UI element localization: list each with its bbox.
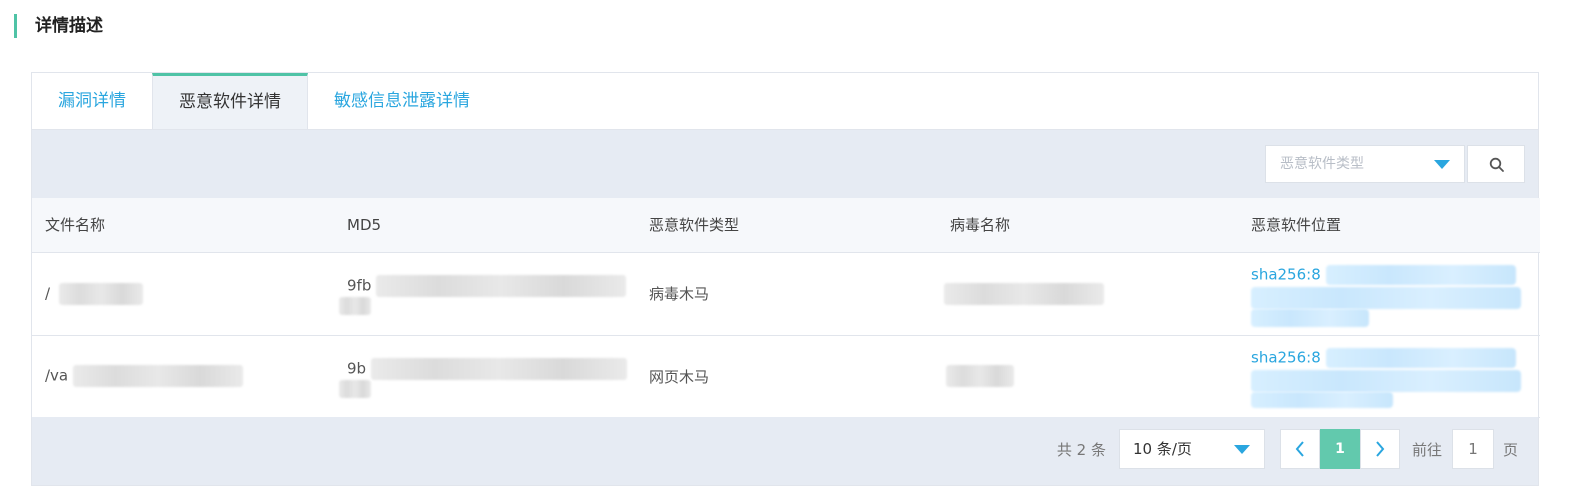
total-count: 共 2 条 [1056,441,1106,459]
chevron-left-icon [1295,441,1304,457]
tab-vulnerability[interactable]: 漏洞详情 [32,73,152,129]
select-placeholder: 恶意软件类型 [1280,156,1364,172]
details-panel: 漏洞详情 恶意软件详情 敏感信息泄露详情 恶意软件类型 文件名称 MD5 恶意软… [31,72,1540,486]
redacted-md5-line2 [339,379,371,398]
goto-suffix: 页 [1502,441,1518,459]
location-link[interactable]: sha256:8 [1251,265,1321,283]
redacted-file-name [58,282,143,305]
malware-type-select[interactable]: 恶意软件类型 [1265,145,1465,183]
filter-toolbar: 恶意软件类型 [32,130,1538,198]
page-number-current[interactable]: 1 [1320,429,1360,469]
cell-virus-name [937,252,1238,336]
redacted-location-line2 [1251,286,1521,309]
column-header-malware-location: 恶意软件位置 [1238,198,1540,253]
tab-sensitive-leak[interactable]: 敏感信息泄露详情 [308,73,496,129]
md5-text: 9b [347,359,367,377]
goto-label: 前往 [1411,441,1442,459]
redacted-virus-name [944,282,1104,305]
file-name-text: / [45,284,51,302]
redacted-location [1325,347,1516,368]
redacted-location [1325,264,1516,285]
redacted-location-line2 [1251,369,1521,392]
caret-down-icon [1434,160,1450,169]
table-row: / 9fb 病毒木马 sha256:8 [32,252,1540,336]
next-page-button[interactable] [1360,429,1400,469]
column-header-file-name: 文件名称 [32,198,334,253]
chevron-right-icon [1376,441,1385,457]
table-header-row: 文件名称 MD5 恶意软件类型 病毒名称 恶意软件位置 [32,198,1540,253]
redacted-md5-line2 [339,296,371,315]
tab-malware[interactable]: 恶意软件详情 [152,73,308,129]
column-header-malware-type: 恶意软件类型 [636,198,937,253]
redacted-location-line3 [1251,308,1369,327]
goto-page-input[interactable]: 1 [1452,429,1494,469]
prev-page-button[interactable] [1280,429,1320,469]
cell-virus-name [937,335,1238,418]
redacted-md5 [376,274,627,297]
search-icon [1489,157,1504,172]
redacted-md5 [370,357,627,380]
cell-malware-location: sha256:8 [1238,335,1540,418]
table-row: /va 9b 网页木马 sha256:8 [32,335,1540,418]
cell-malware-type: 病毒木马 [636,252,937,336]
section-title: 详情描述 [14,14,103,38]
page-size-select[interactable]: 10 条/页 [1119,429,1265,469]
cell-malware-location: sha256:8 [1238,252,1540,336]
cell-file-name: /va [32,335,334,418]
page-size-value: 10 条/页 [1133,440,1192,458]
column-header-md5: MD5 [334,198,636,253]
redacted-file-name [72,365,243,387]
location-link[interactable]: sha256:8 [1251,348,1321,366]
tab-bar: 漏洞详情 恶意软件详情 敏感信息泄露详情 [32,73,1538,130]
pagination-bar: 共 2 条 10 条/页 1 前往 1 页 [32,417,1538,485]
malware-table: 文件名称 MD5 恶意软件类型 病毒名称 恶意软件位置 / 9fb 病毒木马 s… [32,198,1540,418]
redacted-virus-name [946,365,1014,387]
search-button[interactable] [1467,145,1525,183]
md5-text: 9fb [347,276,372,294]
pager: 1 [1280,429,1400,469]
cell-malware-type: 网页木马 [636,335,937,418]
file-name-text: /va [45,366,69,385]
redacted-location-line3 [1251,391,1393,408]
column-header-virus-name: 病毒名称 [937,198,1238,253]
caret-down-icon [1234,445,1250,454]
cell-md5: 9b [334,335,636,418]
cell-file-name: / [32,252,334,336]
cell-md5: 9fb [334,252,636,336]
